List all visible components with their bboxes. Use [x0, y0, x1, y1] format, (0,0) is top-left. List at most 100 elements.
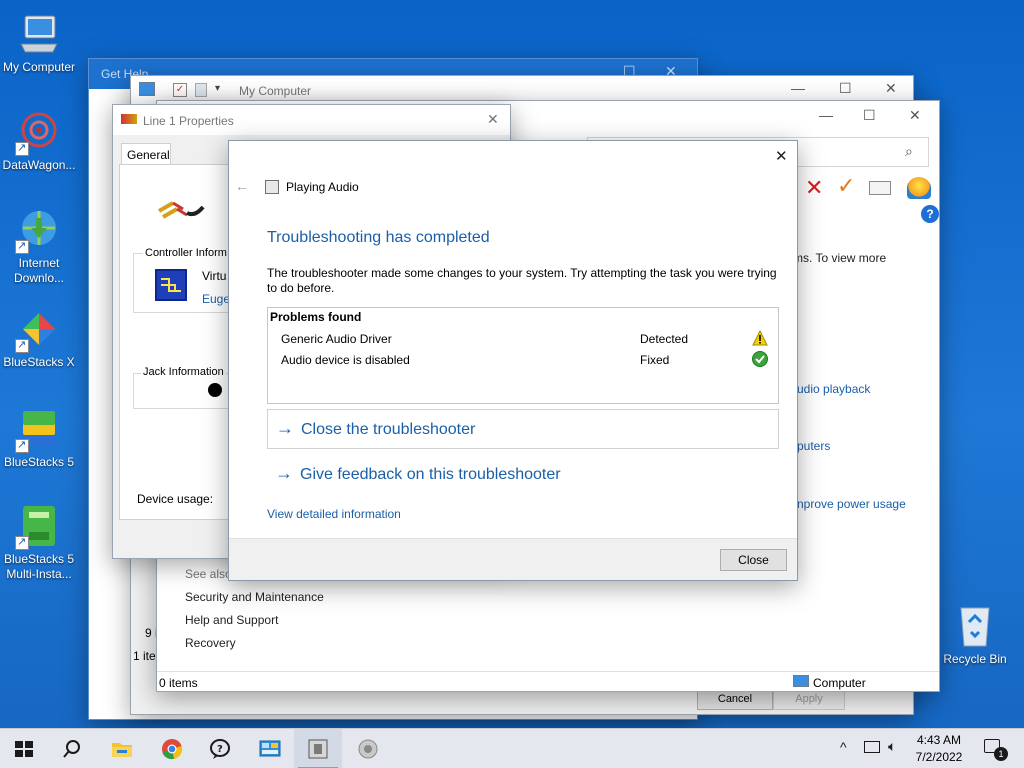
- dropdown-icon[interactable]: ▾: [215, 83, 220, 94]
- desktop-icon-recycle-bin[interactable]: Recycle Bin: [936, 602, 1014, 667]
- help-chat-icon: ?: [210, 739, 230, 759]
- jack-group-label: Jack Information: [141, 366, 226, 378]
- status-text: 0 items: [159, 676, 198, 690]
- warning-icon: [752, 329, 768, 349]
- device-usage-label: Device usage:: [137, 492, 214, 506]
- taskbar-control-panel[interactable]: [246, 729, 294, 768]
- desktop-icon-datawagon[interactable]: DataWagon...: [0, 108, 78, 173]
- clock-time[interactable]: 4:43 AM: [914, 733, 964, 747]
- close-icon[interactable]: ✕: [885, 80, 897, 97]
- controller-name: Virtu: [202, 269, 227, 283]
- network-icon[interactable]: [864, 741, 880, 753]
- desktop-icon-my-computer[interactable]: My Computer: [0, 10, 78, 75]
- window-title: My Computer: [239, 84, 312, 98]
- clock-date[interactable]: 7/2/2022: [910, 750, 968, 764]
- minimize-icon[interactable]: —: [819, 107, 833, 123]
- partial-text: ms. To view more: [793, 251, 887, 265]
- window-title: Line 1 Properties: [143, 114, 234, 128]
- page-icon[interactable]: [195, 83, 207, 97]
- bluestacks-x-icon: [15, 305, 63, 353]
- tab-general[interactable]: General: [121, 143, 171, 165]
- dialog-header-title: Playing Audio: [286, 180, 359, 194]
- taskbar-get-help[interactable]: ?: [197, 729, 245, 768]
- see-also-link-security[interactable]: Security and Maintenance: [185, 590, 324, 604]
- problems-header: Problems found: [270, 310, 362, 324]
- desktop-icon-label: BlueStacks 5: [3, 455, 75, 469]
- properties-icon[interactable]: ✓: [173, 83, 187, 97]
- close-icon[interactable]: ✕: [909, 107, 921, 124]
- search-button[interactable]: [48, 729, 96, 768]
- problem-status: Detected: [640, 332, 689, 346]
- problems-found-box: Problems found Generic Audio Driver Dete…: [267, 307, 779, 404]
- chrome-icon: [162, 739, 182, 760]
- partial-link[interactable]: udio playback: [797, 382, 870, 396]
- close-icon[interactable]: ✕: [487, 111, 499, 128]
- jack-dot-icon: [208, 383, 222, 397]
- desktop-icon-label: Internet Downlo...: [13, 256, 65, 285]
- taskbar-chrome[interactable]: [148, 729, 196, 768]
- notification-badge: 1: [994, 747, 1008, 761]
- taskbar-file-explorer[interactable]: [98, 729, 146, 768]
- desktop-icon-bluestacks-multi[interactable]: BlueStacks 5 Multi-Insta...: [0, 502, 78, 582]
- taskbar-audio-properties[interactable]: [344, 729, 392, 768]
- close-troubleshooter-command[interactable]: → Close the troubleshooter: [267, 409, 779, 449]
- status-text: 1 ite: [133, 649, 156, 663]
- see-also-link-help[interactable]: Help and Support: [185, 613, 278, 627]
- desktop-icon-bluestacks-x[interactable]: BlueStacks X: [0, 305, 78, 370]
- status-location: Computer: [813, 676, 866, 690]
- see-also-link-recovery[interactable]: Recovery: [185, 636, 236, 650]
- desktop-icon-label: DataWagon...: [2, 158, 76, 172]
- desktop-icon-label: Recycle Bin: [943, 652, 1007, 666]
- shell-icon[interactable]: [907, 177, 931, 199]
- bluestacks-icon: [15, 405, 63, 453]
- recycle-bin-icon: [951, 602, 999, 650]
- computer-icon: [793, 675, 809, 687]
- troubleshooter-icon: [308, 739, 328, 759]
- desktop-icon-label: My Computer: [2, 60, 76, 74]
- desktop-icon-label: BlueStacks X: [3, 355, 75, 369]
- desktop-icon-internet-download[interactable]: Internet Downlo...: [0, 206, 78, 286]
- control-panel-icon: [259, 740, 281, 757]
- troubleshooter-dialog[interactable]: ✕ ← Playing Audio Troubleshooting has co…: [228, 140, 798, 581]
- give-feedback-command[interactable]: → Give feedback on this troubleshooter: [267, 455, 779, 495]
- controller-icon: [155, 269, 187, 301]
- check-icon[interactable]: ✓: [837, 173, 855, 199]
- datawagon-icon: [15, 108, 63, 156]
- back-arrow-icon[interactable]: ←: [235, 178, 249, 194]
- volume-icon[interactable]: 🔈︎: [888, 738, 896, 755]
- completion-description: The troubleshooter made some changes to …: [267, 266, 777, 295]
- desktop-icon-bluestacks-5[interactable]: BlueStacks 5: [0, 405, 78, 470]
- close-icon[interactable]: ✕: [775, 147, 788, 165]
- audio-jack-icon: [157, 193, 205, 221]
- arrow-right-icon: →: [275, 463, 293, 483]
- view-detailed-information-link[interactable]: View detailed information: [267, 507, 401, 521]
- close-button[interactable]: Close: [720, 549, 787, 571]
- partial-link[interactable]: nprove power usage: [797, 497, 906, 511]
- taskbar: ? ^ 🔈︎ 4:43 AM 7/2/2022 1: [0, 728, 1024, 768]
- help-icon[interactable]: ?: [921, 205, 939, 223]
- controller-group-label: Controller Inform: [143, 247, 229, 259]
- maximize-icon[interactable]: ☐: [839, 80, 852, 97]
- desktop-icon-label: BlueStacks 5 Multi-Insta...: [3, 552, 75, 581]
- minimize-icon[interactable]: —: [791, 80, 805, 96]
- windows-icon: [15, 741, 33, 757]
- troubleshooter-icon: [265, 180, 279, 194]
- problem-name: Generic Audio Driver: [281, 332, 392, 346]
- give-feedback-label: Give feedback on this troubleshooter: [300, 466, 561, 483]
- start-button[interactable]: [0, 729, 48, 768]
- close-troubleshooter-label: Close the troubleshooter: [301, 421, 476, 438]
- computer-icon: [15, 10, 63, 58]
- globe-download-icon: [15, 206, 63, 254]
- delete-icon[interactable]: ✕: [805, 175, 823, 201]
- chevron-up-icon[interactable]: ^: [840, 739, 847, 755]
- controller-vendor[interactable]: Euge: [202, 292, 230, 306]
- search-icon[interactable]: ⌕: [905, 143, 913, 160]
- check-icon: [752, 351, 768, 370]
- problem-status: Fixed: [640, 353, 670, 367]
- maximize-icon[interactable]: ☐: [863, 107, 876, 124]
- see-also-label: See also: [185, 567, 232, 581]
- taskbar-troubleshooter[interactable]: [294, 729, 342, 768]
- mail-icon[interactable]: [869, 181, 891, 195]
- partial-link[interactable]: puters: [797, 439, 830, 453]
- speaker-icon: [358, 739, 378, 759]
